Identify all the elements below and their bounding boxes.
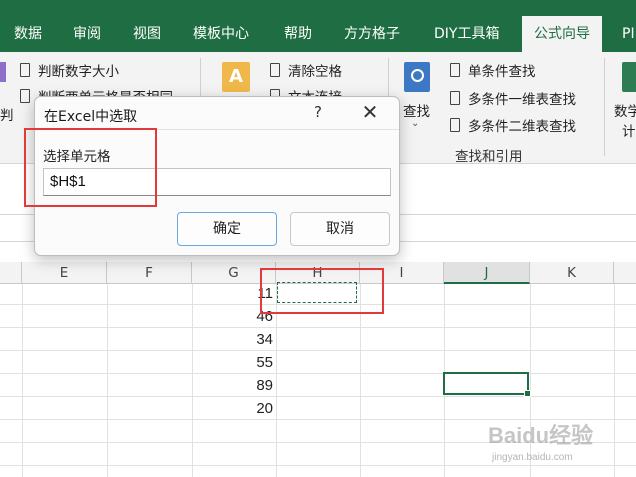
- active-cell-j5[interactable]: [443, 372, 531, 397]
- judge-number-size-label: 判断数字大小: [38, 64, 119, 80]
- cell-g6[interactable]: 20: [221, 400, 273, 417]
- lookup-button-label[interactable]: 查找: [403, 100, 430, 120]
- document-icon: [450, 91, 460, 105]
- column-header-partial[interactable]: [0, 262, 22, 284]
- help-icon[interactable]: ?: [311, 103, 325, 121]
- tab-data[interactable]: 数据: [14, 20, 42, 52]
- column-header-j[interactable]: J: [444, 262, 530, 284]
- tab-fangfang-gezi[interactable]: 方方格子: [344, 20, 400, 52]
- math-command-icon[interactable]: [622, 62, 636, 92]
- single-condition-lookup-label: 单条件查找: [468, 64, 536, 80]
- math-command-label[interactable]: 数学: [614, 100, 636, 120]
- grid-row-line: [0, 350, 636, 351]
- multi-condition-1d-lookup-item[interactable]: 多条件一维表查找: [450, 88, 576, 108]
- multi-condition-2d-lookup-item[interactable]: 多条件二维表查找: [450, 115, 576, 135]
- grid-col-line: [192, 284, 193, 477]
- lookup-icon[interactable]: [404, 62, 430, 92]
- grid-col-line: [22, 284, 23, 477]
- annotation-highlight-select-cell: [24, 128, 157, 207]
- lookup-group-label: 查找和引用: [455, 149, 523, 165]
- multi-condition-1d-lookup-label: 多条件一维表查找: [468, 92, 576, 108]
- close-icon[interactable]: ✕: [361, 100, 379, 124]
- math-command-label-2[interactable]: 计: [622, 120, 636, 140]
- tab-view[interactable]: 视图: [133, 20, 161, 52]
- baidu-watermark: Baidu经验 jingyan.baidu.com: [488, 418, 618, 474]
- clear-spaces-item[interactable]: 清除空格: [270, 60, 342, 80]
- document-icon: [20, 89, 30, 103]
- column-header-e[interactable]: E: [22, 262, 107, 284]
- tab-diy-toolbox[interactable]: DIY工具箱: [434, 20, 499, 52]
- grid-row-line: [0, 373, 636, 374]
- partial-command-label[interactable]: 判: [0, 104, 14, 124]
- tab-formula-wizard[interactable]: 公式向导: [522, 16, 602, 52]
- clear-spaces-label: 清除空格: [288, 64, 342, 80]
- column-header-f[interactable]: F: [107, 262, 192, 284]
- cell-g5[interactable]: 89: [221, 377, 273, 394]
- tab-review[interactable]: 审阅: [73, 20, 101, 52]
- cell-g3[interactable]: 34: [221, 331, 273, 348]
- column-header-k[interactable]: K: [530, 262, 614, 284]
- ribbon-separator: [604, 58, 605, 156]
- annotation-highlight-h1: [260, 268, 384, 314]
- multi-condition-2d-lookup-label: 多条件二维表查找: [468, 119, 576, 135]
- tab-partial[interactable]: PI: [622, 20, 635, 52]
- cancel-button[interactable]: 取消: [290, 212, 390, 246]
- watermark-url: jingyan.baidu.com: [492, 452, 573, 463]
- grid-row-line: [0, 327, 636, 328]
- text-format-icon[interactable]: A: [222, 62, 250, 92]
- tab-template-center[interactable]: 模板中心: [193, 20, 249, 52]
- cell-g4[interactable]: 55: [221, 354, 273, 371]
- watermark-logo: Baidu经验: [488, 423, 594, 448]
- judge-number-size-item[interactable]: 判断数字大小: [20, 60, 119, 80]
- single-condition-lookup-item[interactable]: 单条件查找: [450, 60, 536, 80]
- ok-button[interactable]: 确定: [177, 212, 277, 246]
- tab-help[interactable]: 帮助: [284, 20, 312, 52]
- document-icon: [270, 63, 280, 77]
- ribbon-tab-bar: 数据 审阅 视图 模板中心 帮助 方方格子 DIY工具箱 公式向导 PI: [0, 0, 636, 52]
- grid-row-line: [0, 396, 636, 397]
- document-icon: [20, 63, 30, 77]
- document-icon: [450, 118, 460, 132]
- partial-command-icon: [0, 62, 6, 82]
- grid-col-line: [107, 284, 108, 477]
- chevron-down-icon[interactable]: ⌄: [411, 118, 419, 129]
- document-icon: [450, 63, 460, 77]
- dialog-title: 在Excel中选取: [44, 109, 138, 125]
